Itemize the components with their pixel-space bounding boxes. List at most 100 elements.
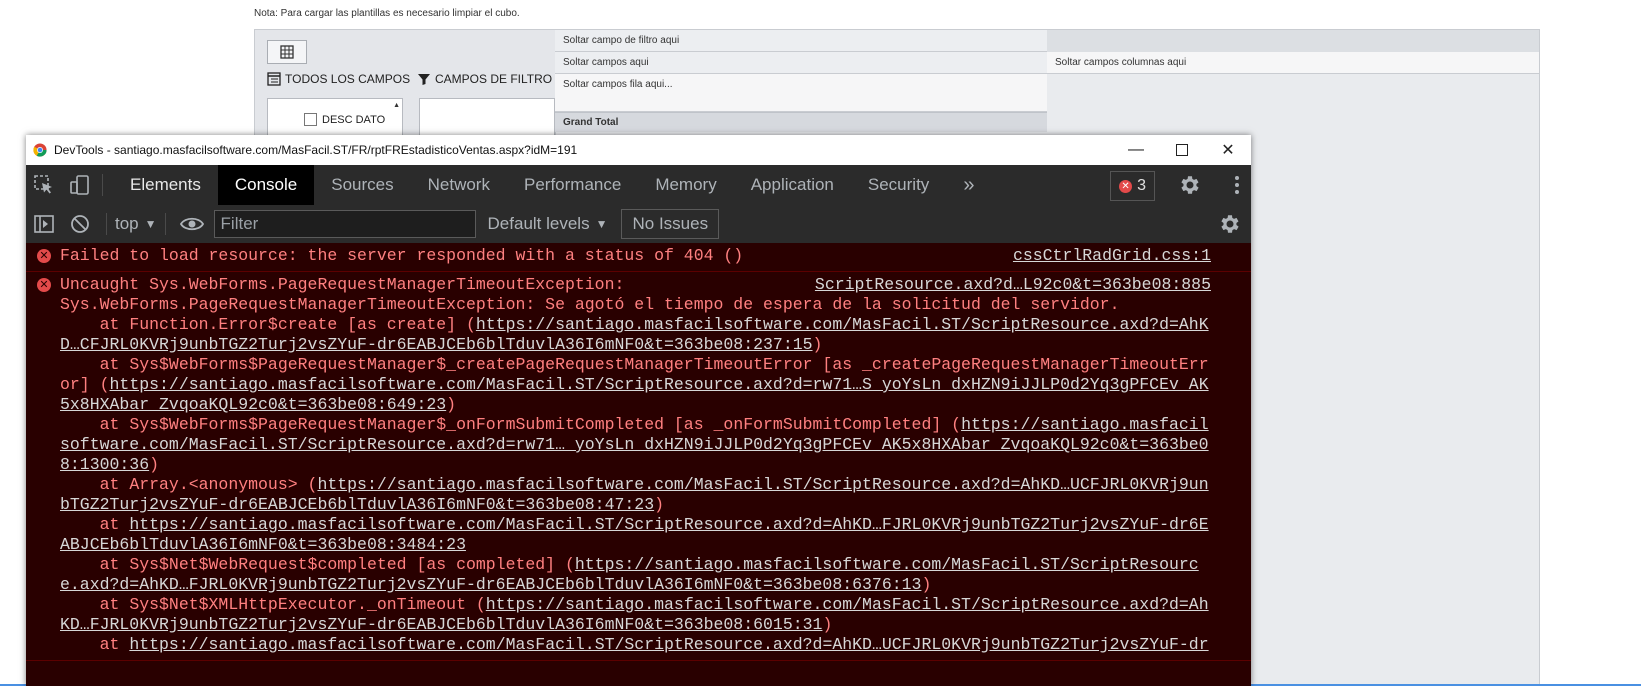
settings-gear-icon[interactable] bbox=[1177, 173, 1201, 197]
data-drop-label: Soltar campos aqui bbox=[563, 57, 649, 68]
row-drop-zone[interactable]: Soltar campos fila aqui... bbox=[555, 74, 1047, 112]
stack-frame: at Sys$Net$XMLHttpExecutor._onTimeout (h… bbox=[60, 595, 1211, 635]
stack-frame: at Sys$Net$WebRequest$completed [as comp… bbox=[60, 555, 1211, 595]
stack-frame-text: ) bbox=[921, 575, 932, 594]
stack-frame-link[interactable]: https://santiago.masfacilsoftware.com/Ma… bbox=[60, 375, 1209, 414]
stack-frame: at https://santiago.masfacilsoftware.com… bbox=[60, 515, 1211, 555]
grand-total-label: Grand Total bbox=[563, 117, 619, 128]
stack-frame-text: at Sys$Net$XMLHttpExecutor._onTimeout ( bbox=[60, 595, 486, 614]
sidebar-icon bbox=[34, 215, 54, 233]
inspect-icon bbox=[34, 175, 52, 194]
log-levels-label: Default levels bbox=[487, 214, 590, 233]
stack-frame-text: ) bbox=[149, 455, 160, 474]
all-fields-header[interactable]: TODOS LOS CAMPOS bbox=[267, 72, 410, 86]
more-options-icon[interactable] bbox=[1233, 173, 1241, 197]
context-selector[interactable]: top ▼ bbox=[115, 214, 157, 234]
maximize-button[interactable] bbox=[1159, 135, 1205, 165]
error-icon: ✕ bbox=[37, 278, 51, 292]
maximize-icon bbox=[1176, 144, 1188, 156]
close-icon: ✕ bbox=[1221, 142, 1235, 159]
stack-frame-text: at Sys$Net$WebRequest$completed [as comp… bbox=[60, 555, 575, 574]
tab-sources[interactable]: Sources bbox=[314, 165, 410, 205]
issues-button[interactable]: No Issues bbox=[621, 209, 720, 239]
dropdown-arrow-icon: ▼ bbox=[144, 217, 157, 231]
error-icon: ✕ bbox=[1119, 179, 1133, 193]
stack-frame: at Sys$WebForms$PageRequestManager$_onFo… bbox=[60, 415, 1211, 475]
filter-icon bbox=[418, 74, 430, 85]
console-toolbar: top ▼ Default levels ▼ No Issues bbox=[26, 205, 1251, 244]
minimize-button[interactable]: — bbox=[1113, 135, 1159, 165]
console-error-message: ✕ Uncaught Sys.WebForms.PageRequestManag… bbox=[26, 272, 1251, 661]
stack-frame: at https://santiago.masfacilsoftware.com… bbox=[60, 635, 1211, 655]
close-button[interactable]: ✕ bbox=[1205, 135, 1251, 165]
tab-security[interactable]: Security bbox=[851, 165, 946, 205]
show-sidebar-button[interactable] bbox=[26, 205, 62, 243]
tab-elements[interactable]: Elements bbox=[113, 165, 218, 205]
stack-trace: at Function.Error$create [as create] ( ht… bbox=[60, 315, 1211, 655]
devtools-title: DevTools - santiago.masfacilsoftware.com… bbox=[54, 143, 578, 157]
column-drop-label: Soltar campos columnas aqui bbox=[1055, 57, 1187, 68]
stack-frame-text: at bbox=[60, 635, 130, 654]
console-filter-input[interactable] bbox=[213, 210, 476, 238]
devtools-titlebar[interactable]: DevTools - santiago.masfacilsoftware.com… bbox=[26, 135, 1251, 166]
error-count: 3 bbox=[1137, 177, 1146, 194]
devtools-tabbar: Elements Console Sources Network Perform… bbox=[26, 165, 1251, 206]
field-item[interactable]: DESC DATO bbox=[304, 113, 385, 126]
pivot-top-right bbox=[1047, 30, 1539, 52]
toolbar-separator bbox=[164, 213, 166, 235]
stack-frame-text: ) bbox=[446, 395, 457, 414]
tab-console[interactable]: Console bbox=[217, 165, 315, 205]
tab-performance[interactable]: Performance bbox=[507, 165, 638, 205]
device-toolbar-button[interactable] bbox=[62, 165, 98, 205]
console-messages[interactable]: ✕ Failed to load resource: the server re… bbox=[26, 243, 1251, 686]
filter-fields-label: CAMPOS DE FILTRO bbox=[435, 72, 553, 86]
stack-frame-text: at Function.Error$create [as create] ( bbox=[60, 315, 476, 334]
stack-frame-text: at Sys$WebForms$PageRequestManager$_onFo… bbox=[60, 415, 962, 434]
filter-fields-header[interactable]: CAMPOS DE FILTRO bbox=[417, 72, 552, 86]
stack-frame: at Array.<anonymous> (https://santiago.m… bbox=[60, 475, 1211, 515]
filter-drop-zone[interactable]: Soltar campo de filtro aqui bbox=[555, 30, 1047, 52]
toolbar-separator bbox=[106, 213, 107, 235]
error-source-link[interactable]: cssCtrlRadGrid.css:1 bbox=[1013, 246, 1211, 266]
dropdown-arrow-icon: ▼ bbox=[595, 217, 608, 231]
console-settings-gear-icon[interactable] bbox=[1217, 212, 1241, 236]
minimize-icon: — bbox=[1128, 141, 1144, 158]
field-item-label: DESC DATO bbox=[322, 113, 386, 126]
filter-drop-label: Soltar campo de filtro aqui bbox=[563, 35, 680, 46]
console-error-message: ✕ Failed to load resource: the server re… bbox=[26, 243, 1251, 272]
log-levels-dropdown[interactable]: Default levels ▼ bbox=[488, 214, 608, 234]
error-source-link[interactable]: ScriptResource.axd?d…L92c0&t=363be08:885 bbox=[815, 275, 1211, 295]
devtools-window: DevTools - santiago.masfacilsoftware.com… bbox=[26, 135, 1251, 686]
page-note: Nota: Para cargar las plantillas es nece… bbox=[254, 8, 520, 19]
stack-frame-link[interactable]: https://santiago.masfacilsoftware.com/Ma… bbox=[129, 635, 1208, 654]
issues-label: No Issues bbox=[632, 214, 709, 233]
device-icon bbox=[70, 175, 89, 195]
table-icon bbox=[267, 72, 281, 86]
error-count-badge[interactable]: ✕ 3 bbox=[1110, 171, 1155, 201]
chrome-icon bbox=[33, 143, 47, 157]
error-detail: Sys.WebForms.PageRequestManagerTimeoutEx… bbox=[60, 295, 1120, 314]
stack-frame-text: ) bbox=[654, 495, 665, 514]
tab-application[interactable]: Application bbox=[734, 165, 851, 205]
eye-icon bbox=[179, 217, 204, 231]
data-drop-zone[interactable]: Soltar campos aqui bbox=[555, 52, 1047, 74]
tab-memory[interactable]: Memory bbox=[638, 165, 733, 205]
error-text: Failed to load resource: the server resp… bbox=[60, 246, 744, 265]
clear-console-button[interactable] bbox=[62, 205, 98, 243]
layout-button[interactable] bbox=[267, 40, 307, 64]
inspect-element-button[interactable] bbox=[26, 165, 62, 205]
stack-frame-text: at bbox=[60, 515, 130, 534]
row-drop-label: Soltar campos fila aqui... bbox=[563, 79, 673, 90]
grid-icon bbox=[280, 45, 294, 59]
column-drop-zone[interactable]: Soltar campos columnas aqui bbox=[1047, 52, 1539, 74]
grand-total-header: Grand Total bbox=[555, 112, 1047, 132]
field-checkbox[interactable] bbox=[304, 113, 317, 126]
stack-frame-link[interactable]: https://santiago.masfacilsoftware.com/Ma… bbox=[60, 515, 1209, 554]
tab-network[interactable]: Network bbox=[411, 165, 507, 205]
more-tabs-button[interactable]: » bbox=[946, 165, 991, 205]
stack-frame-text: at Array.<anonymous> ( bbox=[60, 475, 318, 494]
stack-frame: at Sys$WebForms$PageRequestManager$_crea… bbox=[60, 355, 1211, 415]
scroll-up-icon[interactable]: ▲ bbox=[393, 102, 400, 109]
live-expression-button[interactable] bbox=[174, 205, 210, 243]
toolbar-separator bbox=[102, 174, 103, 196]
